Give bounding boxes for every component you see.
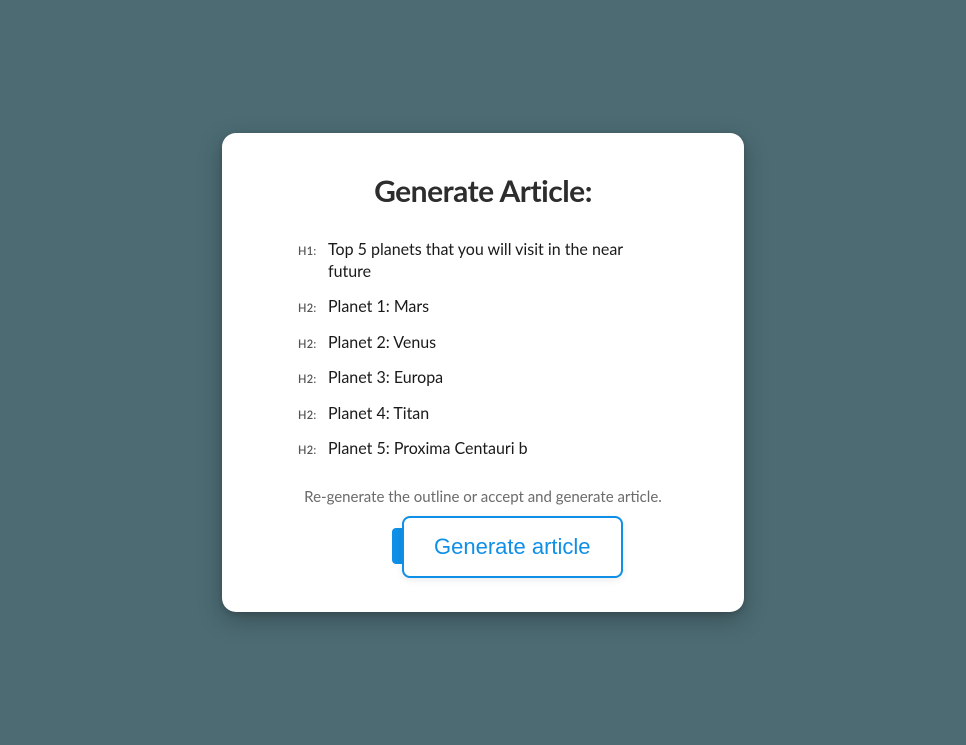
outline-row: H2: Planet 5: Proxima Centauri b xyxy=(298,438,668,460)
outline-row: H2: Planet 4: Titan xyxy=(298,403,668,425)
outline-tag: H2: xyxy=(298,338,328,351)
outline-text: Planet 1: Mars xyxy=(328,296,429,318)
outline-text: Planet 4: Titan xyxy=(328,403,429,425)
outline-row: H1: Top 5 planets that you will visit in… xyxy=(298,239,668,282)
outline-text: Planet 3: Europa xyxy=(328,367,443,389)
outline-tag: H2: xyxy=(298,302,328,315)
outline-list: H1: Top 5 planets that you will visit in… xyxy=(262,239,704,460)
outline-text: Planet 2: Venus xyxy=(328,332,436,354)
outline-text: Planet 5: Proxima Centauri b xyxy=(328,438,528,460)
outline-tag: H2: xyxy=(298,409,328,422)
card-title: Generate Article: xyxy=(262,173,704,209)
button-row: Re-generate headlin Generate article xyxy=(262,528,704,564)
outline-text: Top 5 planets that you will visit in the… xyxy=(328,239,668,282)
generate-article-button[interactable]: Generate article xyxy=(402,516,623,578)
outline-tag: H1: xyxy=(298,245,328,258)
instruction-text: Re-generate the outline or accept and ge… xyxy=(262,488,704,506)
outline-row: H2: Planet 1: Mars xyxy=(298,296,668,318)
outline-tag: H2: xyxy=(298,444,328,457)
outline-row: H2: Planet 2: Venus xyxy=(298,332,668,354)
generate-article-card: Generate Article: H1: Top 5 planets that… xyxy=(222,133,744,612)
outline-row: H2: Planet 3: Europa xyxy=(298,367,668,389)
outline-tag: H2: xyxy=(298,373,328,386)
